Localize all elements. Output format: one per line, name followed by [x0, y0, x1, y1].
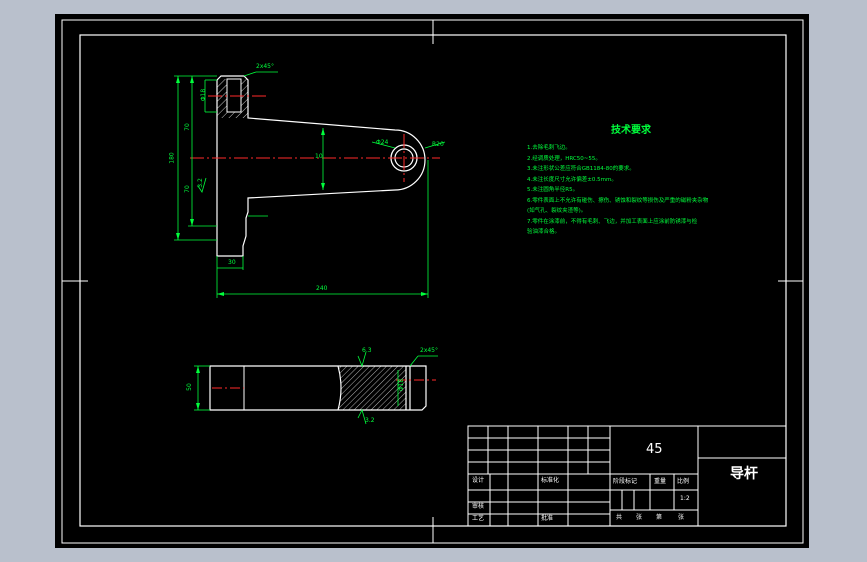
approve-label: 批准 — [541, 515, 554, 522]
side-roughness-bottom-label: 3.2 — [365, 417, 375, 424]
side-hatch — [338, 366, 406, 410]
tech-req-item: 7.零件在涂漆前，不得有毛刺、飞边，并加工表面上应涂前防锈漆与检 — [527, 218, 698, 225]
sheet-total-label: 共 — [616, 514, 623, 521]
tech-requirements-title: 技术要求 — [611, 125, 651, 136]
tech-req-item: 1.去除毛刺飞边。 — [527, 145, 571, 151]
side-chamfer-label: 2x45° — [420, 347, 439, 354]
dim-30-label: 30 — [228, 259, 236, 266]
end-radius-label: R20 — [432, 141, 444, 148]
tech-req-item: 2.经调质处理，HRC50~55。 — [527, 155, 601, 162]
drawing-sheet — [55, 14, 809, 548]
part-name-label: 导杆 — [730, 466, 758, 482]
review-label: 审核 — [472, 503, 485, 510]
process-label: 工艺 — [472, 515, 485, 522]
bore-diameter-label: Φ18 — [200, 88, 208, 102]
side-bore-label: Φ18 — [398, 378, 406, 392]
material-label: 45 — [646, 442, 663, 457]
dim-240-label: 240 — [316, 285, 328, 292]
roughness-left-label: 3.2 — [196, 178, 204, 188]
tech-requirements-list: 1.去除毛刺飞边。 2.经调质处理，HRC50~55。 3.未注形状公差应符合G… — [527, 145, 757, 241]
side-dim-50-label: 50 — [185, 383, 193, 391]
weight-label: 重量 — [654, 478, 667, 485]
stage-mark-label: 阶段标记 — [613, 478, 638, 485]
tech-req-item: 验油漆合格。 — [527, 229, 561, 235]
tech-req-item: 4.未注长度尺寸允许偏差±0.5mm。 — [527, 176, 617, 183]
scale-label: 比例 — [677, 478, 690, 485]
scale-value: 1:2 — [680, 495, 690, 502]
dim-180-label: 180 — [168, 152, 176, 164]
tech-req-item: 3.未注形状公差应符合GB1184-80的要求。 — [527, 166, 635, 172]
hole-diameter-label: Φ24 — [376, 139, 389, 146]
standardize-label: 标准化 — [541, 477, 560, 484]
side-roughness-top-label: 6.3 — [362, 347, 372, 354]
chamfer-top-label: 2x45° — [256, 63, 275, 70]
dim-10-label: 10 — [315, 153, 323, 160]
sheet-unit: 张 — [678, 514, 685, 521]
sheet-total-unit: 张 — [636, 514, 643, 521]
tech-req-item: 5.未注圆角半径R5。 — [527, 187, 579, 193]
tech-req-item: (如气孔、裂纹夹渣等)。 — [527, 208, 587, 214]
dim-70-top-label: 70 — [183, 123, 191, 131]
sheet-label: 第 — [656, 514, 663, 521]
tech-req-item: 6.零件表面上不允许有碰伤、擦伤、锈蚀和裂纹等损伤及严重的磁粉夹杂物 — [527, 197, 709, 204]
design-label: 设计 — [472, 477, 485, 484]
dim-70-bottom-label: 70 — [183, 185, 191, 193]
